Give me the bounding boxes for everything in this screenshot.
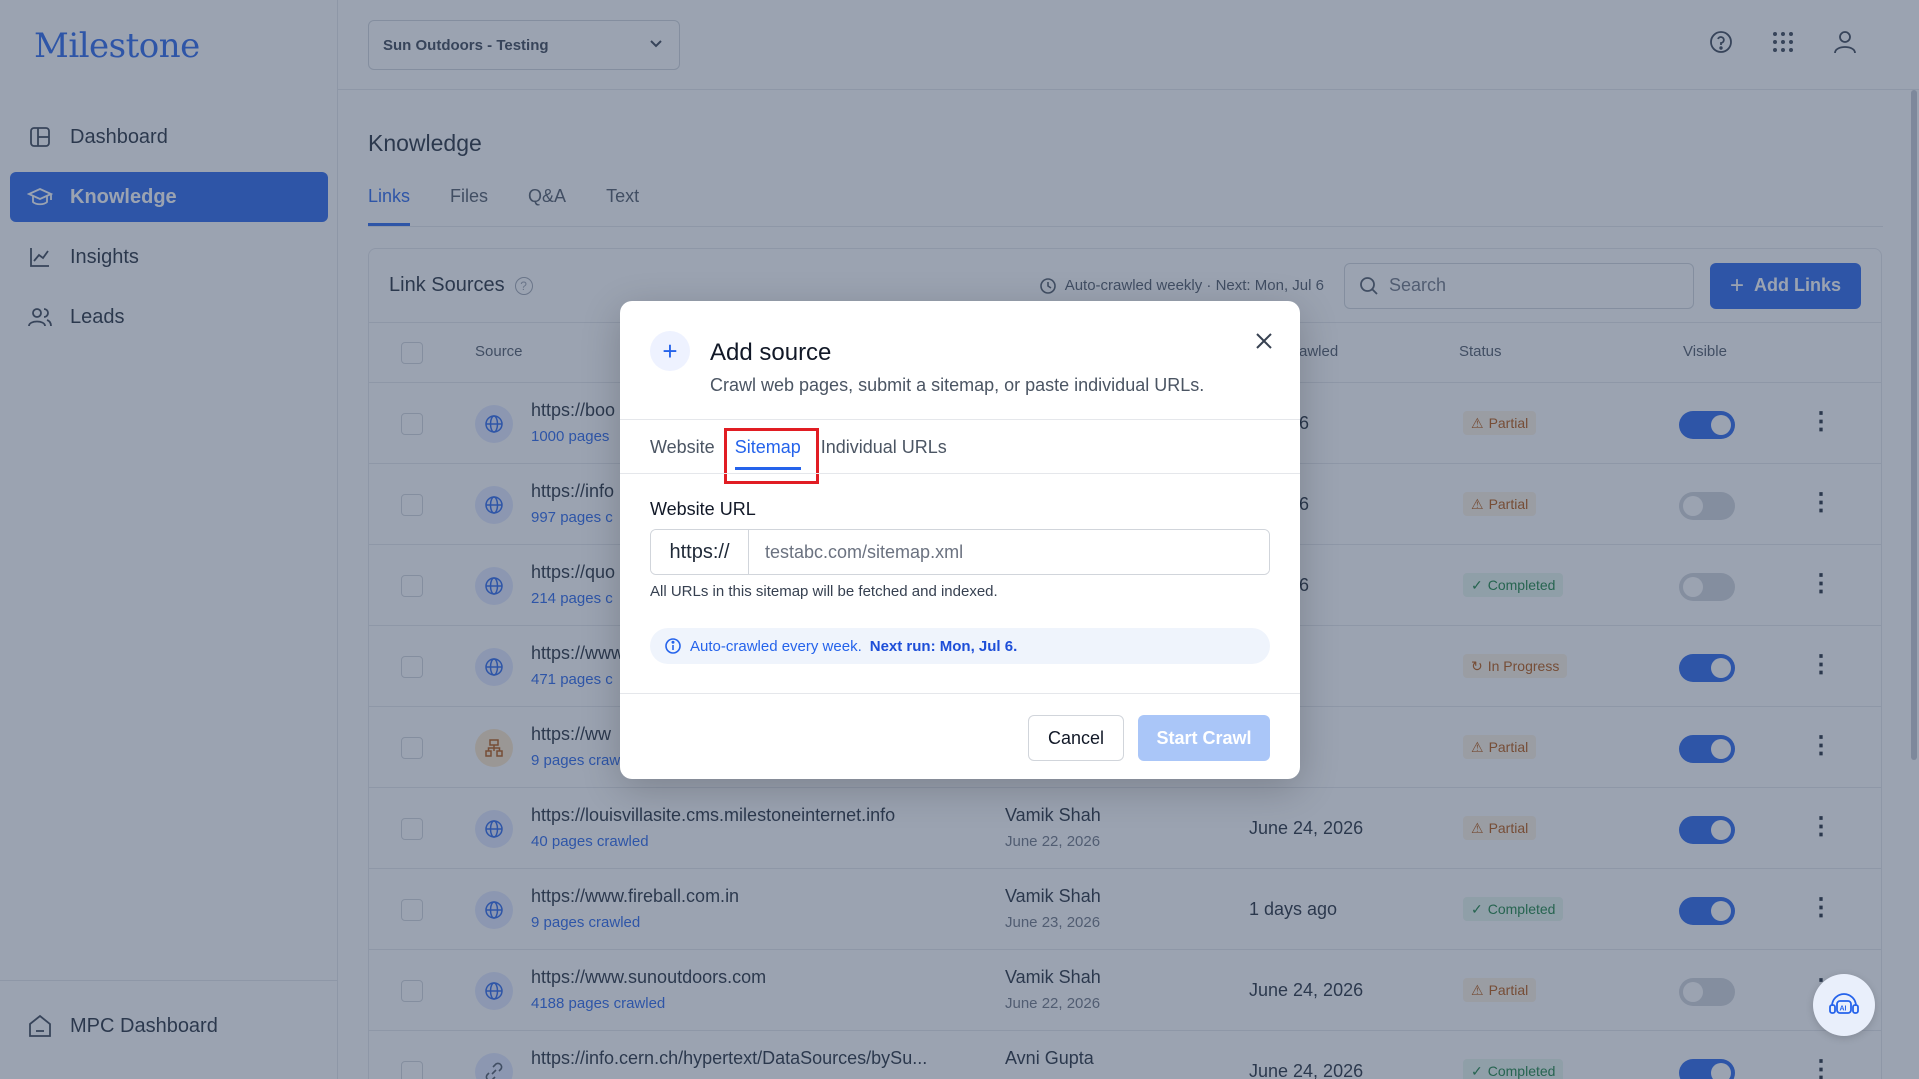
ai-assistant-button[interactable]: AI (1813, 974, 1875, 1036)
modal-title: Add source (710, 339, 832, 366)
tab-website[interactable]: Website (650, 437, 715, 458)
add-source-modal: + Add source Crawl web pages, submit a s… (620, 301, 1300, 779)
modal-divider (620, 419, 1300, 420)
url-prefix: https:// (651, 530, 749, 574)
info-text: Auto-crawled every week. (690, 637, 862, 655)
close-icon[interactable] (1254, 327, 1274, 358)
ai-headset-icon: AI (1829, 993, 1859, 1014)
website-url-label: Website URL (650, 499, 756, 519)
website-url-field: https:// (650, 529, 1270, 575)
autocrawl-info: Auto-crawled every week. Next run: Mon, … (650, 628, 1270, 664)
sitemap-help-text: All URLs in this sitemap will be fetched… (650, 583, 998, 600)
cancel-button[interactable]: Cancel (1028, 715, 1124, 761)
modal-tabs-divider (620, 473, 1300, 474)
plus-circle-icon: + (650, 331, 690, 371)
info-next-run: Next run: Mon, Jul 6. (869, 637, 1018, 655)
tab-individual-urls[interactable]: Individual URLs (821, 437, 947, 458)
sitemap-url-input[interactable] (749, 530, 1269, 574)
highlight-box (724, 428, 819, 484)
modal-subtitle: Crawl web pages, submit a sitemap, or pa… (710, 375, 1205, 395)
modal-footer-divider (620, 693, 1300, 694)
svg-text:AI: AI (1840, 1006, 1847, 1013)
start-crawl-button[interactable]: Start Crawl (1138, 715, 1270, 761)
info-icon (665, 638, 681, 654)
